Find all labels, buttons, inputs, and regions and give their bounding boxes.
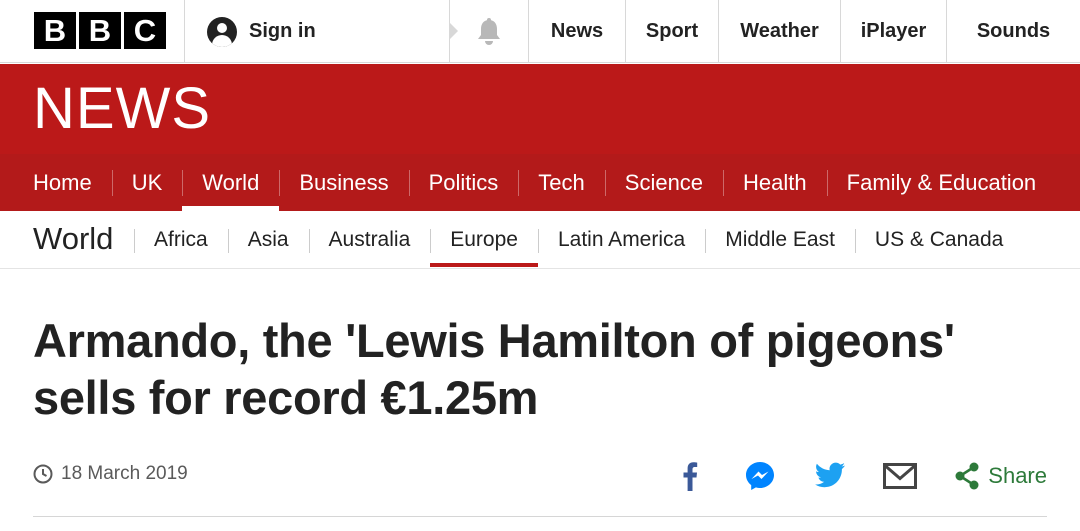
share-button[interactable]: Share bbox=[954, 462, 1047, 490]
global-nav-weather[interactable]: Weather bbox=[718, 0, 840, 63]
global-nav: News Sport Weather iPlayer Sounds bbox=[528, 0, 1080, 63]
main-nav-home[interactable]: Home bbox=[0, 154, 112, 211]
notifications-button[interactable] bbox=[449, 0, 528, 63]
messenger-icon bbox=[746, 462, 775, 490]
clock-icon bbox=[33, 464, 53, 484]
sub-nav-middle-east[interactable]: Middle East bbox=[705, 211, 855, 269]
user-icon bbox=[207, 16, 237, 47]
news-wordmark[interactable]: NEWS bbox=[33, 78, 211, 140]
news-masthead: NEWS bbox=[0, 64, 1080, 154]
main-nav-science[interactable]: Science bbox=[604, 154, 723, 211]
sub-nav-asia[interactable]: Asia bbox=[227, 211, 309, 269]
global-header: B B C Sign in News Sport Weather iPlayer… bbox=[0, 0, 1080, 63]
sign-in-label: Sign in bbox=[249, 20, 316, 42]
email-icon bbox=[883, 463, 918, 489]
facebook-icon bbox=[683, 462, 698, 491]
share-tools: Share bbox=[640, 460, 1047, 492]
main-nav-uk[interactable]: UK bbox=[111, 154, 183, 211]
bbc-logo-letter: C bbox=[124, 12, 166, 49]
bell-icon bbox=[478, 17, 500, 45]
global-nav-news[interactable]: News bbox=[528, 0, 625, 63]
share-messenger-button[interactable] bbox=[740, 460, 780, 492]
sign-in-link[interactable]: Sign in bbox=[184, 0, 449, 63]
divider bbox=[33, 516, 1047, 517]
sub-nav-us-canada[interactable]: US & Canada bbox=[854, 211, 1023, 269]
article-date-text: 18 March 2019 bbox=[61, 463, 188, 484]
main-nav-politics[interactable]: Politics bbox=[408, 154, 519, 211]
share-twitter-button[interactable] bbox=[810, 460, 850, 492]
main-nav-business[interactable]: Business bbox=[279, 154, 408, 211]
global-nav-sounds[interactable]: Sounds bbox=[946, 0, 1080, 63]
main-nav-family-education[interactable]: Family & Education bbox=[826, 154, 1057, 211]
article-headline: Armando, the 'Lewis Hamilton of pigeons'… bbox=[33, 314, 955, 424]
twitter-icon bbox=[815, 462, 846, 488]
global-nav-iplayer[interactable]: iPlayer bbox=[840, 0, 946, 63]
bbc-logo-letter: B bbox=[79, 12, 121, 49]
news-main-nav: Home UK World Business Politics Tech Sci… bbox=[0, 154, 1080, 211]
world-sub-nav: World Africa Asia Australia Europe Latin… bbox=[0, 211, 1080, 269]
main-nav-tech[interactable]: Tech bbox=[518, 154, 604, 211]
bbc-logo[interactable]: B B C bbox=[34, 12, 166, 49]
article-meta: 18 March 2019 Share bbox=[33, 460, 1047, 492]
sub-nav-latin-america[interactable]: Latin America bbox=[537, 211, 705, 269]
sub-nav-africa[interactable]: Africa bbox=[134, 211, 228, 269]
share-facebook-button[interactable] bbox=[670, 460, 710, 492]
bbc-logo-letter: B bbox=[34, 12, 76, 49]
sub-nav-title[interactable]: World bbox=[33, 221, 113, 257]
main-nav-health[interactable]: Health bbox=[723, 154, 827, 211]
share-icon bbox=[955, 462, 979, 490]
global-nav-sport[interactable]: Sport bbox=[625, 0, 718, 63]
share-label: Share bbox=[988, 463, 1047, 488]
sub-nav-europe[interactable]: Europe bbox=[430, 211, 538, 269]
article-date: 18 March 2019 bbox=[33, 463, 188, 485]
sub-nav-australia[interactable]: Australia bbox=[308, 211, 431, 269]
share-email-button[interactable] bbox=[880, 460, 920, 492]
main-nav-world[interactable]: World bbox=[182, 154, 280, 211]
